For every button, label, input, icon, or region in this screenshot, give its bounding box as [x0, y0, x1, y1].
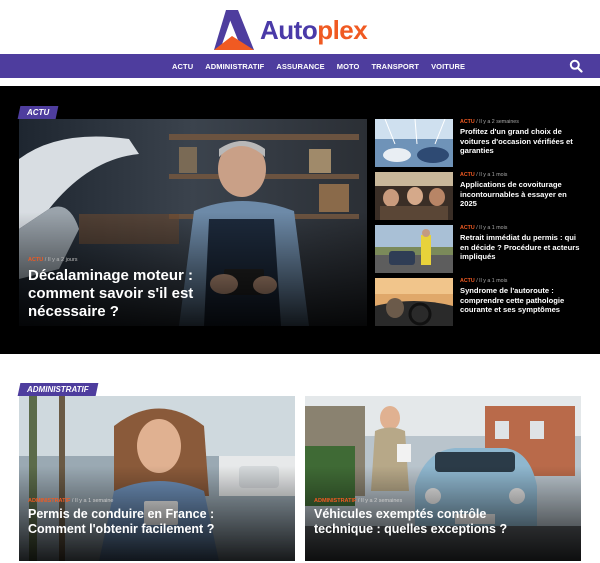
nav-item-actu[interactable]: ACTU [172, 62, 193, 71]
nav-items: ACTU ADMINISTRATIF ASSURANCE MOTO TRANSP… [172, 54, 465, 78]
side-article[interactable]: ACTU / Il y a 1 mois Retrait immédiat du… [375, 225, 585, 273]
side-article[interactable]: ACTU / Il y a 1 mois Syndrome de l'autor… [375, 278, 585, 326]
site-logo[interactable]: Autoplex [212, 8, 368, 52]
hero-time: Il y a 2 jours [47, 257, 78, 263]
nav-item-assurance[interactable]: ASSURANCE [276, 62, 324, 71]
side-article-image [375, 278, 453, 326]
article-card-title[interactable]: Véhicules exemptés contrôle technique : … [314, 507, 524, 537]
nav-item-transport[interactable]: TRANSPORT [371, 62, 419, 71]
side-article-category[interactable]: ACTU [460, 119, 475, 125]
article-card-meta: ADMINISTRATIF / Il y a 2 semaines [314, 498, 403, 504]
article-card-category[interactable]: ADMINISTRATIF [28, 498, 70, 504]
article-card-time: Il y a 1 semaine [74, 498, 114, 504]
logo-wordmark: Autoplex [260, 15, 368, 45]
article-card-meta: ADMINISTRATIF / Il y a 1 semaine [28, 498, 114, 504]
actu-section-tag[interactable]: ACTU [17, 106, 59, 119]
side-article-meta: ACTU / Il y a 2 semaines [460, 119, 519, 125]
nav-item-moto[interactable]: MOTO [337, 62, 360, 71]
search-icon[interactable] [569, 59, 583, 73]
side-article-image [375, 172, 453, 220]
side-article-time: Il y a 1 mois [479, 225, 508, 231]
side-article-meta: ACTU / Il y a 1 mois [460, 278, 508, 284]
logo-wordmark-part2: plex [317, 15, 368, 45]
side-article-category[interactable]: ACTU [460, 172, 475, 178]
side-article-category[interactable]: ACTU [460, 225, 475, 231]
nav-item-administratif[interactable]: ADMINISTRATIF [205, 62, 264, 71]
side-article-image [375, 119, 453, 167]
side-article-title[interactable]: Applications de covoiturage incontournab… [460, 180, 584, 209]
hero-category[interactable]: ACTU [28, 257, 43, 263]
side-article[interactable]: ACTU / Il y a 1 mois Applications de cov… [375, 172, 585, 220]
hero-title[interactable]: Décalaminage moteur : comment savoir s'i… [28, 267, 228, 321]
administratif-section-tag-label: ADMINISTRATIF [27, 385, 89, 394]
side-article-time: Il y a 1 mois [479, 172, 508, 178]
actu-section-tag-label: ACTU [27, 108, 50, 117]
logo-wordmark-part1: Auto [260, 15, 318, 45]
hero-article[interactable]: ACTU / Il y a 2 jours Décalaminage moteu… [19, 119, 367, 326]
administratif-section-tag[interactable]: ADMINISTRATIF [17, 383, 99, 396]
side-article-image [375, 225, 453, 273]
side-article-time: Il y a 1 mois [479, 278, 508, 284]
article-card-category[interactable]: ADMINISTRATIF [314, 498, 356, 504]
article-card-time: Il y a 2 semaines [360, 498, 403, 504]
side-article-meta: ACTU / Il y a 1 mois [460, 225, 508, 231]
side-article-time: Il y a 2 semaines [479, 119, 519, 125]
side-article-category[interactable]: ACTU [460, 278, 475, 284]
article-card[interactable]: ADMINISTRATIF / Il y a 1 semaine Permis … [19, 396, 295, 561]
side-article[interactable]: ACTU / Il y a 2 semaines Profitez d'un g… [375, 119, 585, 167]
site-header: Autoplex [0, 0, 600, 54]
article-card[interactable]: ADMINISTRATIF / Il y a 2 semaines Véhicu… [305, 396, 581, 561]
hero-meta: ACTU / Il y a 2 jours [28, 257, 78, 263]
article-card-title[interactable]: Permis de conduire en France : Comment l… [28, 507, 238, 537]
logo-mark-icon [214, 10, 254, 50]
side-article-title[interactable]: Syndrome de l'autoroute : comprendre cet… [460, 286, 584, 315]
main-nav: ACTU ADMINISTRATIF ASSURANCE MOTO TRANSP… [0, 54, 600, 78]
nav-item-voiture[interactable]: VOITURE [431, 62, 465, 71]
side-article-title[interactable]: Retrait immédiat du permis : qui en déci… [460, 233, 584, 262]
side-article-title[interactable]: Profitez d'un grand choix de voitures d'… [460, 127, 584, 156]
side-article-meta: ACTU / Il y a 1 mois [460, 172, 508, 178]
